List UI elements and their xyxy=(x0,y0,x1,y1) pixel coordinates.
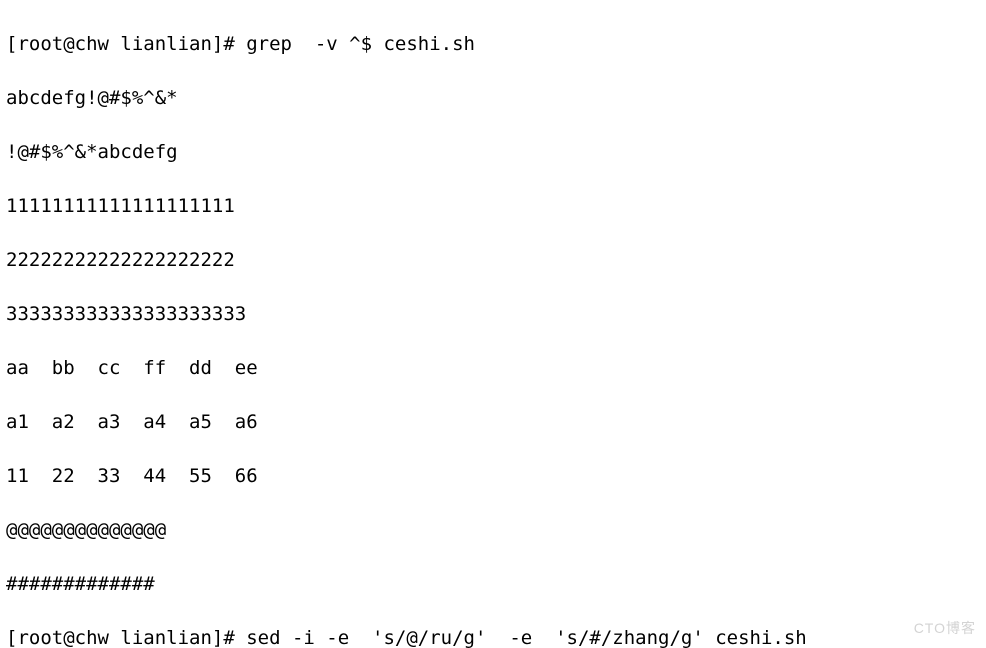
terminal-output: [root@chw lianlian]# grep -v ^$ ceshi.sh… xyxy=(0,0,986,648)
terminal-line: ############# xyxy=(6,571,980,598)
terminal-line: !@#$%^&*abcdefg xyxy=(6,139,980,166)
terminal-line: [root@chw lianlian]# sed -i -e 's/@/ru/g… xyxy=(6,625,980,648)
terminal-line: aa bb cc ff dd ee xyxy=(6,355,980,382)
terminal-line: abcdefg!@#$%^&* xyxy=(6,85,980,112)
terminal-line: 333333333333333333333 xyxy=(6,301,980,328)
terminal-line: 11111111111111111111 xyxy=(6,193,980,220)
terminal-line: 11 22 33 44 55 66 xyxy=(6,463,980,490)
watermark-text: CTO博客 xyxy=(914,615,976,642)
terminal-line: a1 a2 a3 a4 a5 a6 xyxy=(6,409,980,436)
terminal-line: 22222222222222222222 xyxy=(6,247,980,274)
terminal-line: [root@chw lianlian]# grep -v ^$ ceshi.sh xyxy=(6,31,980,58)
terminal-line: @@@@@@@@@@@@@@ xyxy=(6,517,980,544)
